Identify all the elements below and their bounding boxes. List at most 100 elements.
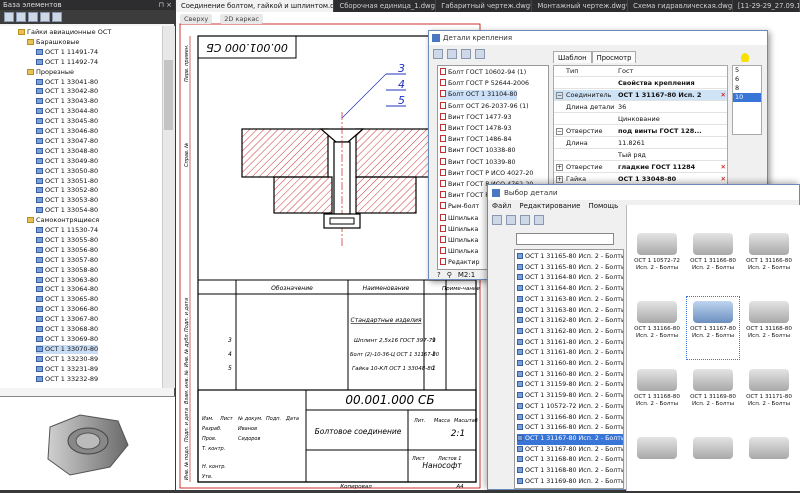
fastener-item[interactable]: Шпилька <box>440 213 478 224</box>
document-tab[interactable]: Соединение болтом, гайкой и шплинтом.dwg… <box>176 0 335 12</box>
expand-icon[interactable]: + <box>556 176 563 183</box>
collapse-icon[interactable]: − <box>556 128 563 135</box>
tree-item[interactable]: ОСТ 1 33051-80 <box>36 177 98 186</box>
search-icon[interactable] <box>28 12 38 22</box>
property-row[interactable]: Длина детали 36 <box>554 102 727 113</box>
property-row[interactable]: Цинкование <box>554 114 727 125</box>
tree-item[interactable]: ОСТ 1 33041-80 <box>36 78 98 87</box>
part-thumbnail[interactable] <box>687 433 739 491</box>
tree-item[interactable]: ОСТ 1 33070-80 <box>36 344 99 354</box>
size-option[interactable]: 10 <box>733 93 761 102</box>
part-search-input[interactable] <box>516 233 614 245</box>
tree-item[interactable]: ОСТ 1 11530-74 <box>36 226 98 235</box>
fastener-item[interactable]: Болт ГОСТ Р 52644-2006 <box>440 79 529 89</box>
property-value[interactable]: Цинкование <box>618 114 716 125</box>
document-tab[interactable]: Схема гидравлическая.dwg*× <box>628 0 733 12</box>
fastener-item[interactable]: Винт ГОСТ 10339-80 <box>440 157 516 168</box>
tree-item[interactable]: ОСТ 1 33053-80 <box>36 196 98 205</box>
document-tab[interactable]: Габаритный чертеж.dwg*× <box>436 0 533 12</box>
tree-item[interactable]: ОСТ 1 33057-80 <box>36 256 98 265</box>
part-thumbnail[interactable]: ОСТ 1 31169-80 Исп. 2 - Болты <box>687 365 739 427</box>
property-value[interactable]: под винты ГОСТ 128... <box>618 126 716 137</box>
part-picker-titlebar[interactable]: Выбор детали <box>488 185 799 200</box>
menu-edit[interactable]: Редактирование <box>519 201 580 212</box>
expand-icon[interactable]: + <box>556 164 563 171</box>
menu-help[interactable]: Помощь <box>588 201 618 212</box>
lightbulb-icon[interactable] <box>741 53 749 62</box>
part-list-item[interactable]: ОСТ 1 31166-80 Исп. 2 - Болты с пота <box>517 413 623 424</box>
fasteners-dialog-titlebar[interactable]: Детали крепления <box>429 31 767 45</box>
tree-item[interactable]: ОСТ 1 33056-80 <box>36 246 98 255</box>
tree-item[interactable]: ОСТ 1 33065-80 <box>36 295 98 304</box>
tree-item[interactable]: ОСТ 1 33046-80 <box>36 127 98 136</box>
property-value[interactable]: Гост <box>618 66 716 77</box>
open-folder-icon[interactable] <box>492 215 502 225</box>
part-list-item[interactable]: ОСТ 1 31162-80 Исп. 2 - Болты с пота <box>517 316 623 327</box>
part-list-item[interactable]: ОСТ 1 31166-80 Исп. 2 - Болты с пота <box>517 423 623 434</box>
property-value[interactable]: гладкие ГОСТ 11284 <box>618 162 716 173</box>
tree-item[interactable]: ОСТ 1 33049-80 <box>36 157 98 166</box>
collapse-icon[interactable]: − <box>556 92 563 99</box>
part-list-item[interactable]: ОСТ 1 31163-80 Исп. 2 - Болты с пота <box>517 295 623 306</box>
fastener-item[interactable]: Винт ГОСТ 1477-93 <box>440 112 512 123</box>
tab-template[interactable]: Шаблон <box>553 51 592 63</box>
tree-item[interactable]: ОСТ 1 11491-74 <box>36 48 98 57</box>
property-value[interactable]: ОСТ 1 31167-80 Исп. 2 <box>618 90 716 101</box>
tree-folder[interactable]: Прорезные <box>27 68 74 77</box>
part-thumbnail[interactable]: ОСТ 1 31168-80 Исп. 2 - Болты <box>743 297 795 359</box>
panel-pin-close-icon[interactable]: ⊓ × <box>158 0 172 10</box>
fastener-item[interactable]: Винт ГОСТ Р ИСО 4027-20 <box>440 168 533 179</box>
part-thumbnail[interactable]: ОСТ 1 31171-80 Исп. 2 - Болты <box>743 365 795 427</box>
filter-icon[interactable] <box>475 49 485 59</box>
tree-item[interactable]: ОСТ 1 33230-89 <box>36 355 98 364</box>
edit-icon[interactable] <box>520 215 530 225</box>
document-tab[interactable]: Монтажный чертеж.dwg*× <box>532 0 629 12</box>
tree-item[interactable]: ОСТ 1 33064-80 <box>36 285 98 294</box>
remove-icon[interactable]: ✕ <box>721 162 726 173</box>
fastener-item[interactable]: Редактир <box>440 258 479 268</box>
property-value[interactable]: 36 <box>618 102 716 113</box>
fastener-item[interactable]: Рым-болт <box>440 202 479 212</box>
sort-icon[interactable] <box>461 49 471 59</box>
part-list-item[interactable]: ОСТ 1 31168-80 Исп. 2 - Болты с пота <box>517 466 623 477</box>
property-value[interactable]: Свойства крепления <box>618 78 716 89</box>
tree-folder[interactable]: Гайки авиационные ОСТ <box>18 28 111 37</box>
fastener-item[interactable]: Болт ОСТ 1 31104-80 <box>440 90 518 101</box>
fastener-item[interactable]: Винт ГОСТ 1486-84 <box>440 135 512 145</box>
grid-view-icon[interactable] <box>4 12 14 22</box>
property-row[interactable]: Длина 11.8261 <box>554 138 727 149</box>
part-list-item[interactable]: ОСТ 1 31165-80 Исп. 2 - Болты с пота <box>517 263 623 274</box>
part-thumbnail[interactable]: ОСТ 1 31166-80 Исп. 2 - Болты <box>687 229 739 291</box>
tree-item[interactable]: ОСТ 1 33068-80 <box>36 325 98 334</box>
fastener-item[interactable]: Винт ГОСТ 10338-80 <box>440 146 516 156</box>
size-option[interactable]: 6 <box>733 75 761 84</box>
tree-item[interactable]: ОСТ 1 33054-80 <box>36 206 98 215</box>
property-value[interactable]: Тый ряд <box>618 150 716 161</box>
part-list-item[interactable]: ОСТ 1 31159-80 Исп. 2 - Болты с пота <box>517 380 623 391</box>
help-icon[interactable] <box>534 215 544 225</box>
fastener-item[interactable]: Болт ОСТ 26-2037-96 (1) <box>440 101 529 112</box>
part-thumbnail[interactable]: ОСТ 1 31166-80 Исп. 2 - Болты <box>743 229 795 291</box>
delete-icon[interactable] <box>506 215 516 225</box>
scale-icon[interactable]: ⚲ <box>447 271 452 281</box>
part-thumbnail[interactable]: ОСТ 1 31166-80 Исп. 2 - Болты <box>631 297 683 359</box>
fastener-item[interactable]: Болт ГОСТ 10602-94 (1) <box>440 68 526 78</box>
tree-item[interactable]: ОСТ 1 33044-80 <box>36 107 98 116</box>
part-thumbnail[interactable]: ОСТ 1 31167-80 Исп. 2 - Болты <box>686 296 740 360</box>
fastener-item[interactable]: Шпилька <box>440 236 478 246</box>
size-option[interactable]: 8 <box>733 84 761 93</box>
tree-item[interactable]: ОСТ 1 33050-80 <box>36 167 98 176</box>
list-view-icon[interactable] <box>16 12 26 22</box>
part-list-item[interactable]: ОСТ 1 31169-80 Исп. 2 - Болты с пота <box>517 477 623 488</box>
tree-item[interactable]: ОСТ 1 33048-80 <box>36 147 98 156</box>
tree-scrollbar-thumb[interactable] <box>164 60 173 130</box>
tree-item[interactable]: ОСТ 1 33042-80 <box>36 87 98 96</box>
part-list-item[interactable]: ОСТ 1 31161-80 Исп. 2 - Болты с пота <box>517 338 623 349</box>
tree-item[interactable]: ОСТ 1 33058-80 <box>36 266 98 275</box>
tree-item[interactable]: ОСТ 1 33232-89 <box>36 375 98 384</box>
tree-item[interactable]: ОСТ 1 33045-80 <box>36 117 98 126</box>
property-row[interactable]: Тип Гост <box>554 66 727 77</box>
tree-item[interactable]: ОСТ 1 33052-80 <box>36 186 98 195</box>
tree-item[interactable]: ОСТ 1 33067-80 <box>36 315 98 324</box>
filter-icon[interactable] <box>40 12 50 22</box>
